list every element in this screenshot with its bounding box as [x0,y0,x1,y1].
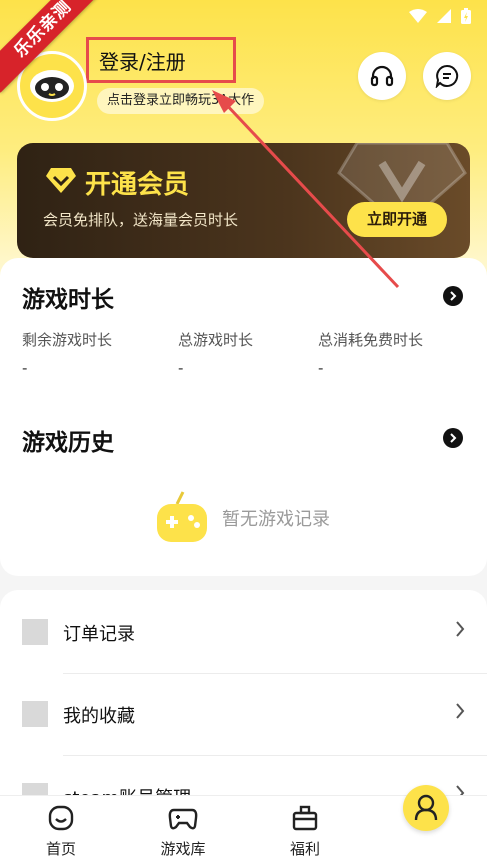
stats-card: 游戏时长 剩余游戏时长 - 总游戏时长 - 总消耗免费时长 - 游戏历史 暂无游… [0,258,487,576]
tab-label: 福利 [289,840,320,858]
chevron-right-icon [456,703,465,719]
tab-label: 首页 [45,840,76,858]
login-label: 登录/注册 [99,49,186,74]
history-title: 游戏历史 [22,430,114,456]
battery-icon [461,8,471,24]
list-item-label: 订单记录 [63,624,135,645]
home-icon [48,805,74,831]
chevron-right-icon [456,621,465,637]
chat-bubble-icon [435,64,459,88]
tab-welfare[interactable]: 福利 [265,804,345,859]
chevron-right-icon [450,433,457,443]
list-item-orders[interactable]: 订单记录 [0,590,487,674]
vip-banner[interactable]: 开通会员 会员免排队，送海量会员时长 立即开通 [17,143,470,258]
stat-free-value: - [318,359,324,377]
customer-service-button[interactable] [358,52,406,100]
vip-title: 开通会员 [85,170,190,200]
vip-open-button[interactable]: 立即开通 [347,202,447,237]
playtime-more-button[interactable] [443,286,463,306]
mascot-icon [30,70,74,102]
tab-label: 游戏库 [160,840,206,858]
headset-icon [370,65,394,87]
profile-tab-button[interactable] [403,785,449,831]
favorites-icon [22,701,48,727]
login-register-button[interactable]: 登录/注册 [86,37,236,83]
login-subtitle[interactable]: 点击登录立即畅玩3A大作 [97,88,265,114]
playtime-title: 游戏时长 [22,287,114,313]
stat-total-label: 总游戏时长 [178,331,254,349]
stat-total-value: - [178,359,184,377]
tab-home[interactable]: 首页 [21,804,101,859]
history-more-button[interactable] [443,428,463,448]
list-item-favorites[interactable]: 我的收藏 [0,672,487,756]
vip-subtitle: 会员免排队，送海量会员时长 [43,211,239,229]
orders-icon [22,619,48,645]
gift-icon [292,805,318,831]
messages-button[interactable] [423,52,471,100]
gamepad-empty-icon [157,491,207,542]
mascot-fab-icon [414,794,438,821]
gamepad-icon [168,808,198,830]
stat-free-label: 总消耗免费时长 [318,331,424,349]
menu-list: 订单记录 我的收藏 steam账号管理 [0,590,487,810]
wifi-icon [409,9,427,23]
tab-game-library[interactable]: 游戏库 [143,804,223,859]
diamond-icon [46,168,76,193]
stat-remaining-value: - [22,359,28,377]
chevron-right-icon [450,291,457,301]
history-empty-text: 暂无游戏记录 [222,509,330,530]
list-item-label: 我的收藏 [63,706,135,727]
stat-remaining-label: 剩余游戏时长 [22,331,113,349]
signal-icon [437,9,451,23]
